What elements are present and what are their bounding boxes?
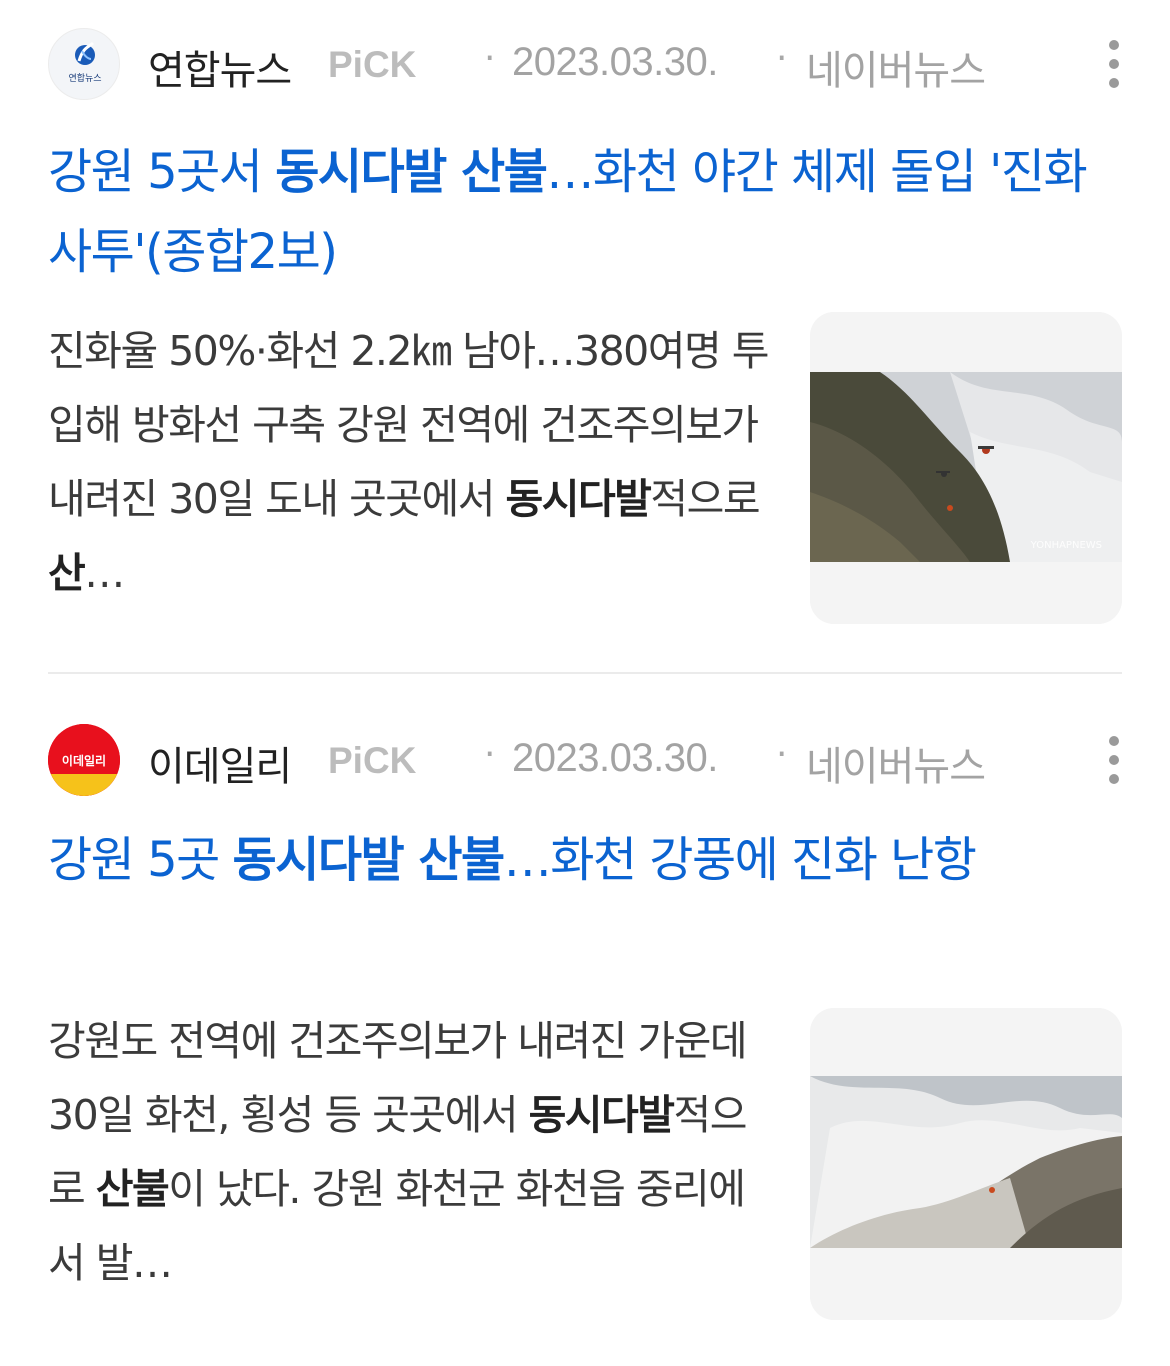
press-logo-edaily[interactable]: 이데일리 <box>48 724 120 796</box>
article-thumbnail[interactable] <box>810 1008 1122 1320</box>
article-summary[interactable]: 강원도 전역에 건조주의보가 내려진 가운데 30일 화천, 횡성 등 곳곳에서… <box>48 1004 768 1300</box>
title-highlight: 동시다발 산불 <box>232 832 506 888</box>
article-title-link[interactable]: 강원 5곳서 동시다발 산불…화천 야간 체제 돌입 '진화 사투'(종합2보) <box>48 132 1122 292</box>
more-dot-icon <box>1109 78 1119 88</box>
press-logo-text: 이데일리 <box>62 753 106 768</box>
more-dot-icon <box>1109 755 1119 765</box>
article-divider <box>48 672 1122 674</box>
article-date: 2023.03.30. <box>512 736 718 780</box>
meta-separator: · <box>776 734 788 775</box>
title-text: 강원 5곳서 <box>48 144 276 200</box>
more-dot-icon <box>1109 736 1119 746</box>
article-meta: 이데일리 이데일리 PiCK · 2023.03.30. · 네이버뉴스 <box>48 720 1122 798</box>
title-text: 강원 5곳 <box>48 832 233 888</box>
summary-text: … <box>84 549 125 597</box>
pick-badge: PiCK <box>328 44 417 85</box>
summary-text: 적으로 <box>650 475 760 523</box>
more-options-button[interactable] <box>1106 40 1122 88</box>
article-title-link[interactable]: 강원 5곳 동시다발 산불…화천 강풍에 진화 난항 <box>48 820 1122 900</box>
press-name[interactable]: 연합뉴스 <box>148 38 292 96</box>
meta-separator: · <box>484 734 496 775</box>
more-dot-icon <box>1109 40 1119 50</box>
article-thumbnail[interactable]: YONHAPNEWS <box>810 312 1122 624</box>
article-source[interactable]: 네이버뉴스 <box>806 734 986 792</box>
more-dot-icon <box>1109 59 1119 69</box>
meta-separator: · <box>484 38 496 79</box>
summary-highlight: 동시다발 <box>528 1091 675 1139</box>
summary-highlight: 동시다발 <box>505 475 652 523</box>
news-feed: 연합뉴스 연합뉴스 PiCK · 2023.03.30. · 네이버뉴스 강원 … <box>0 0 1170 1366</box>
summary-highlight: 산불 <box>95 1165 170 1213</box>
summary-highlight: 산 <box>48 549 86 597</box>
more-options-button[interactable] <box>1106 736 1122 784</box>
article-date: 2023.03.30. <box>512 40 718 84</box>
meta-separator: · <box>776 38 788 79</box>
more-dot-icon <box>1109 774 1119 784</box>
press-logo-yonhap[interactable]: 연합뉴스 <box>48 28 120 100</box>
article-meta: 연합뉴스 연합뉴스 PiCK · 2023.03.30. · 네이버뉴스 <box>48 24 1122 102</box>
watermark-text: YONHAPNEWS <box>1030 540 1102 551</box>
article-summary[interactable]: 진화율 50%·화선 2.2㎞ 남아…380여명 투입해 방화선 구축 강원 전… <box>48 314 769 610</box>
wildfire-helicopter-photo-icon: YONHAPNEWS <box>810 312 1122 624</box>
wildfire-smoke-photo-icon <box>810 1008 1122 1320</box>
title-text: …화천 강풍에 진화 난항 <box>503 832 977 888</box>
press-logo-text: 연합뉴스 <box>68 73 101 84</box>
pick-badge: PiCK <box>328 740 417 781</box>
article-source[interactable]: 네이버뉴스 <box>806 38 986 96</box>
title-highlight: 동시다발 산불 <box>275 144 548 200</box>
press-name[interactable]: 이데일리 <box>148 734 292 792</box>
